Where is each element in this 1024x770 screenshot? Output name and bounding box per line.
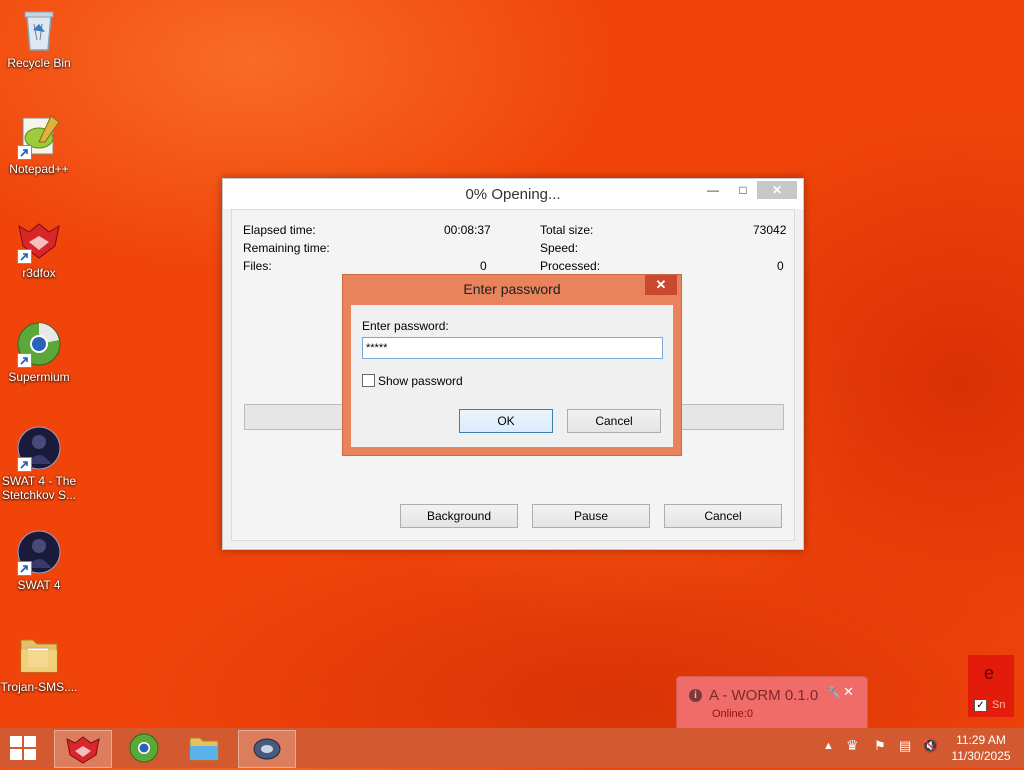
remaining-time-label: Remaining time: xyxy=(243,241,330,255)
elapsed-time-label: Elapsed time: xyxy=(243,223,316,237)
swat4-game-icon xyxy=(15,528,63,576)
dialog-body: Enter password: ***** Show password OK C… xyxy=(351,305,673,447)
files-value: 0 xyxy=(480,259,487,273)
supermium-icon xyxy=(129,733,159,763)
pin-icon[interactable]: 🔧 xyxy=(827,686,841,699)
edge-widget[interactable]: e ✓ Sn xyxy=(968,655,1014,717)
desktop-icon-swat4[interactable]: SWAT 4 xyxy=(0,528,78,592)
start-button[interactable] xyxy=(8,734,40,764)
edge-widget-checkbox[interactable]: ✓ xyxy=(974,699,987,712)
desktop-icon-label: Trojan-SMS.... xyxy=(0,680,78,694)
password-prompt-label: Enter password: xyxy=(362,319,449,333)
processed-value: 0 xyxy=(777,259,784,273)
taskbar-item-supermium[interactable] xyxy=(116,730,172,766)
windows-logo-icon xyxy=(10,736,36,760)
desktop-icon-notepad-plus-plus[interactable]: Notepad++ xyxy=(0,112,78,176)
tray-notification[interactable]: i A - WORM 0.1.0 Online:0 🔧 ✕ xyxy=(676,676,868,737)
show-password-label[interactable]: Show password xyxy=(378,374,463,388)
taskbar-item-archiver[interactable] xyxy=(238,730,296,768)
desktop-icon-r3dfox[interactable]: r3dfox xyxy=(0,216,78,280)
info-icon: i xyxy=(689,689,702,702)
taskbar-item-file-explorer[interactable] xyxy=(176,730,232,766)
pause-button[interactable]: Pause xyxy=(532,504,650,528)
tray-worm-icon[interactable]: ♛ xyxy=(846,737,859,754)
maximize-icon: □ xyxy=(739,183,747,197)
desktop-icon-label: SWAT 4 - The Stetchkov S... xyxy=(1,474,77,502)
archiver-icon xyxy=(253,738,281,760)
taskbar-item-r3dfox[interactable] xyxy=(54,730,112,768)
shortcut-arrow-icon xyxy=(17,353,32,368)
desktop-icon-label: Supermium xyxy=(8,370,70,384)
desktop-icon-recycle-bin[interactable]: Recycle Bin xyxy=(0,6,78,70)
network-icon[interactable]: ▤ xyxy=(899,738,911,754)
close-button[interactable]: ✕ xyxy=(757,181,797,199)
action-center-flag-icon[interactable]: ⚑ xyxy=(874,738,886,754)
shortcut-arrow-icon xyxy=(17,561,32,576)
show-hidden-icons-button[interactable]: ▲ xyxy=(823,740,834,752)
notepad-plus-plus-icon xyxy=(15,112,63,160)
close-icon: ✕ xyxy=(771,183,783,197)
shortcut-arrow-icon xyxy=(17,457,32,472)
dialog-title: Enter password xyxy=(463,281,561,297)
desktop-icon-label: Notepad++ xyxy=(9,162,69,176)
enter-password-dialog: Enter password ✕ Enter password: ***** S… xyxy=(342,274,682,456)
minimize-icon: — xyxy=(707,183,719,197)
taskbar: ▲ ♛ ⚑ ▤ 🔇 11:29 AM 11/30/2025 xyxy=(0,728,1024,768)
notification-title: A - WORM 0.1.0 xyxy=(709,687,819,704)
clock-time: 11:29 AM xyxy=(956,733,1006,747)
cancel-button[interactable]: Cancel xyxy=(664,504,782,528)
folder-icon xyxy=(189,737,219,761)
close-icon: ✕ xyxy=(655,277,667,292)
clock-date: 11/30/2025 xyxy=(951,749,1011,763)
edge-widget-label: Sn xyxy=(992,699,1006,711)
window-titlebar[interactable]: 0% Opening... — □ ✕ xyxy=(223,179,803,209)
volume-muted-icon[interactable]: 🔇 xyxy=(922,738,938,754)
system-clock[interactable]: 11:29 AM 11/30/2025 xyxy=(946,732,1016,764)
notification-status: Online:0 xyxy=(712,708,753,720)
ok-button[interactable]: OK xyxy=(459,409,553,433)
supermium-icon xyxy=(15,320,63,368)
dialog-close-button[interactable]: ✕ xyxy=(645,275,677,295)
dialog-cancel-button[interactable]: Cancel xyxy=(567,409,661,433)
shortcut-arrow-icon xyxy=(17,249,32,264)
password-input[interactable]: ***** xyxy=(362,337,663,359)
desktop-icon-supermium[interactable]: Supermium xyxy=(0,320,78,384)
desktop-icon-trojan-sms[interactable]: Trojan-SMS.... xyxy=(0,630,78,694)
notification-close-button[interactable]: ✕ xyxy=(843,684,854,700)
total-size-value: 73042 xyxy=(753,223,787,237)
recycle-bin-icon xyxy=(15,6,63,54)
r3dfox-icon xyxy=(15,216,63,264)
elapsed-time-value: 00:08:37 xyxy=(444,223,491,237)
speed-label: Speed: xyxy=(540,241,579,255)
show-password-checkbox[interactable] xyxy=(362,374,375,387)
swat4-game-icon xyxy=(15,424,63,472)
processed-label: Processed: xyxy=(540,259,601,273)
minimize-button[interactable]: — xyxy=(699,181,727,199)
total-size-label: Total size: xyxy=(540,223,594,237)
desktop-icon-swat4-stetchkov[interactable]: SWAT 4 - The Stetchkov S... xyxy=(0,424,78,502)
desktop-icon-label: r3dfox xyxy=(22,266,56,280)
files-label: Files: xyxy=(243,259,272,273)
maximize-button[interactable]: □ xyxy=(729,181,757,199)
desktop-icon-label: SWAT 4 xyxy=(17,578,61,592)
folder-icon xyxy=(15,630,63,678)
background-button[interactable]: Background xyxy=(400,504,518,528)
desktop-icon-label: Recycle Bin xyxy=(7,56,71,70)
edge-widget-letter: e xyxy=(984,663,995,683)
r3dfox-icon xyxy=(66,736,100,764)
shortcut-arrow-icon xyxy=(17,145,32,160)
